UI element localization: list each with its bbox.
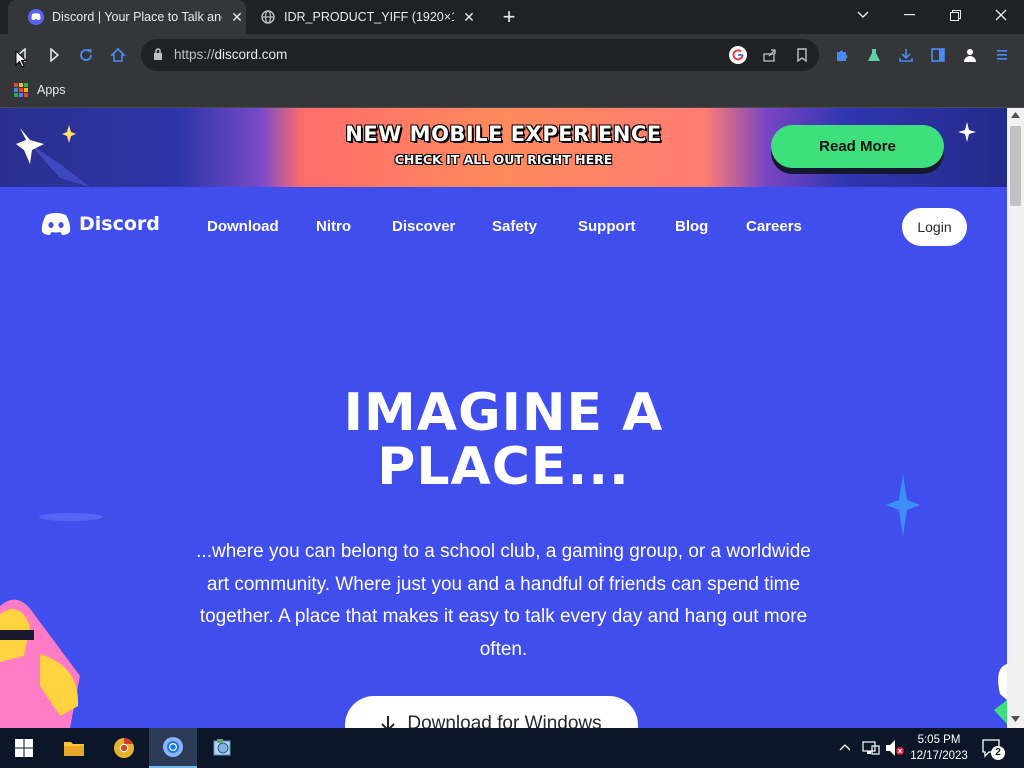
sparkle-icon	[958, 122, 976, 142]
discord-favicon	[28, 9, 44, 25]
taskbar-file-explorer[interactable]	[50, 728, 98, 768]
new-tab-icon[interactable]: +	[498, 6, 520, 28]
lock-icon[interactable]	[153, 47, 163, 61]
nav-link-careers[interactable]: Careers	[746, 218, 802, 235]
start-button[interactable]	[0, 728, 48, 768]
tab-title: IDR_PRODUCT_YIFF (1920×1401)	[284, 10, 454, 24]
cloud-decoration	[39, 513, 103, 521]
tab-image[interactable]: IDR_PRODUCT_YIFF (1920×1401) ✕	[246, 0, 486, 34]
clock-date: 12/17/2023	[910, 750, 968, 762]
login-button[interactable]: Login	[902, 208, 967, 246]
reload-icon[interactable]	[72, 41, 100, 69]
browser-toolbar: https://discord.com	[0, 34, 1024, 77]
scroll-up-icon[interactable]	[1011, 112, 1020, 118]
url-text: https://discord.com	[174, 47, 288, 62]
close-tab-icon[interactable]: ✕	[228, 8, 246, 26]
chevron-up-icon[interactable]	[839, 743, 851, 751]
windows-taskbar: 5:05 PM 12/17/2023 2	[0, 728, 1024, 768]
system-tool-icon	[213, 739, 231, 756]
chrome-icon	[114, 738, 134, 758]
discord-logo[interactable]: Discord	[40, 212, 160, 236]
read-more-button[interactable]: Read More	[771, 125, 944, 168]
tab-discord[interactable]: Discord | Your Place to Talk and Hang Ou…	[8, 0, 246, 34]
forward-icon[interactable]	[40, 41, 68, 69]
taskbar-chrome-alt[interactable]	[100, 728, 148, 768]
download-button-label: Download for Windows	[407, 713, 602, 728]
profile-icon[interactable]	[956, 41, 984, 69]
bookmarks-bar: Apps	[0, 77, 1024, 108]
menu-icon[interactable]	[988, 41, 1016, 69]
hero-description: ...where you can belong to a school club…	[196, 541, 811, 660]
apps-grid-icon	[14, 83, 28, 97]
system-clock[interactable]: 5:05 PM 12/17/2023	[906, 732, 972, 764]
globe-icon	[260, 9, 276, 25]
tab-title: Discord | Your Place to Talk and Hang Ou…	[52, 10, 222, 24]
chrome-icon	[163, 737, 183, 757]
windows-logo-icon	[15, 739, 33, 757]
character-illustration	[0, 599, 80, 728]
character-illustration-right	[994, 664, 1007, 724]
hero-title: IMAGINE A PLACE...	[343, 383, 664, 497]
bookmark-apps[interactable]: Apps	[14, 83, 66, 97]
share-icon[interactable]	[761, 46, 779, 64]
nav-link-nitro[interactable]: Nitro	[316, 218, 351, 235]
discord-homepage: NEW MOBILE EXPERIENCE CHECK IT ALL OUT R…	[0, 108, 1007, 728]
extensions-puzzle-icon[interactable]	[828, 41, 856, 69]
folder-icon	[64, 742, 84, 756]
network-icon[interactable]	[862, 740, 880, 756]
notification-center-icon[interactable]: 2	[982, 738, 1005, 760]
taskbar-chrome-active[interactable]	[149, 728, 197, 768]
home-icon[interactable]	[104, 41, 132, 69]
volume-muted-icon[interactable]	[885, 739, 905, 757]
address-bar[interactable]: https://discord.com	[141, 39, 819, 71]
promo-banner[interactable]: NEW MOBILE EXPERIENCE CHECK IT ALL OUT R…	[0, 108, 1007, 187]
notification-badge: 2	[991, 746, 1005, 760]
scroll-down-icon[interactable]	[1011, 716, 1020, 722]
bookmark-star-icon[interactable]	[793, 46, 811, 64]
clock-time: 5:05 PM	[917, 734, 961, 746]
google-lens-icon[interactable]	[729, 46, 747, 64]
nav-link-safety[interactable]: Safety	[492, 218, 537, 235]
nav-link-support[interactable]: Support	[578, 218, 636, 235]
brand-name: Discord	[79, 213, 160, 235]
restore-icon[interactable]	[932, 0, 978, 30]
bookmark-label: Apps	[37, 83, 66, 97]
close-window-icon[interactable]	[978, 0, 1024, 30]
tab-search-icon[interactable]	[840, 0, 886, 30]
sparkle-decoration	[16, 125, 90, 187]
minimize-icon[interactable]	[886, 0, 932, 30]
taskbar-app-misc[interactable]	[198, 728, 246, 768]
close-tab-icon[interactable]: ✕	[460, 8, 478, 26]
tab-strip: Discord | Your Place to Talk and Hang Ou…	[0, 0, 1024, 34]
side-panel-icon[interactable]	[924, 41, 952, 69]
mouse-cursor	[15, 50, 27, 68]
download-windows-button[interactable]: Download for Windows	[345, 696, 638, 728]
discord-logo-icon	[41, 213, 71, 235]
nav-link-download[interactable]: Download	[207, 218, 279, 235]
nav-link-blog[interactable]: Blog	[675, 218, 708, 235]
main-nav: Discord Download Nitro Discover Safety S…	[0, 208, 1007, 248]
scrollbar-thumb[interactable]	[1010, 126, 1021, 206]
download-icon	[381, 716, 396, 728]
labs-flask-icon[interactable]	[860, 41, 888, 69]
page-scrollbar[interactable]	[1007, 108, 1024, 728]
download-icon[interactable]	[892, 41, 920, 69]
nav-link-discover[interactable]: Discover	[392, 218, 455, 235]
